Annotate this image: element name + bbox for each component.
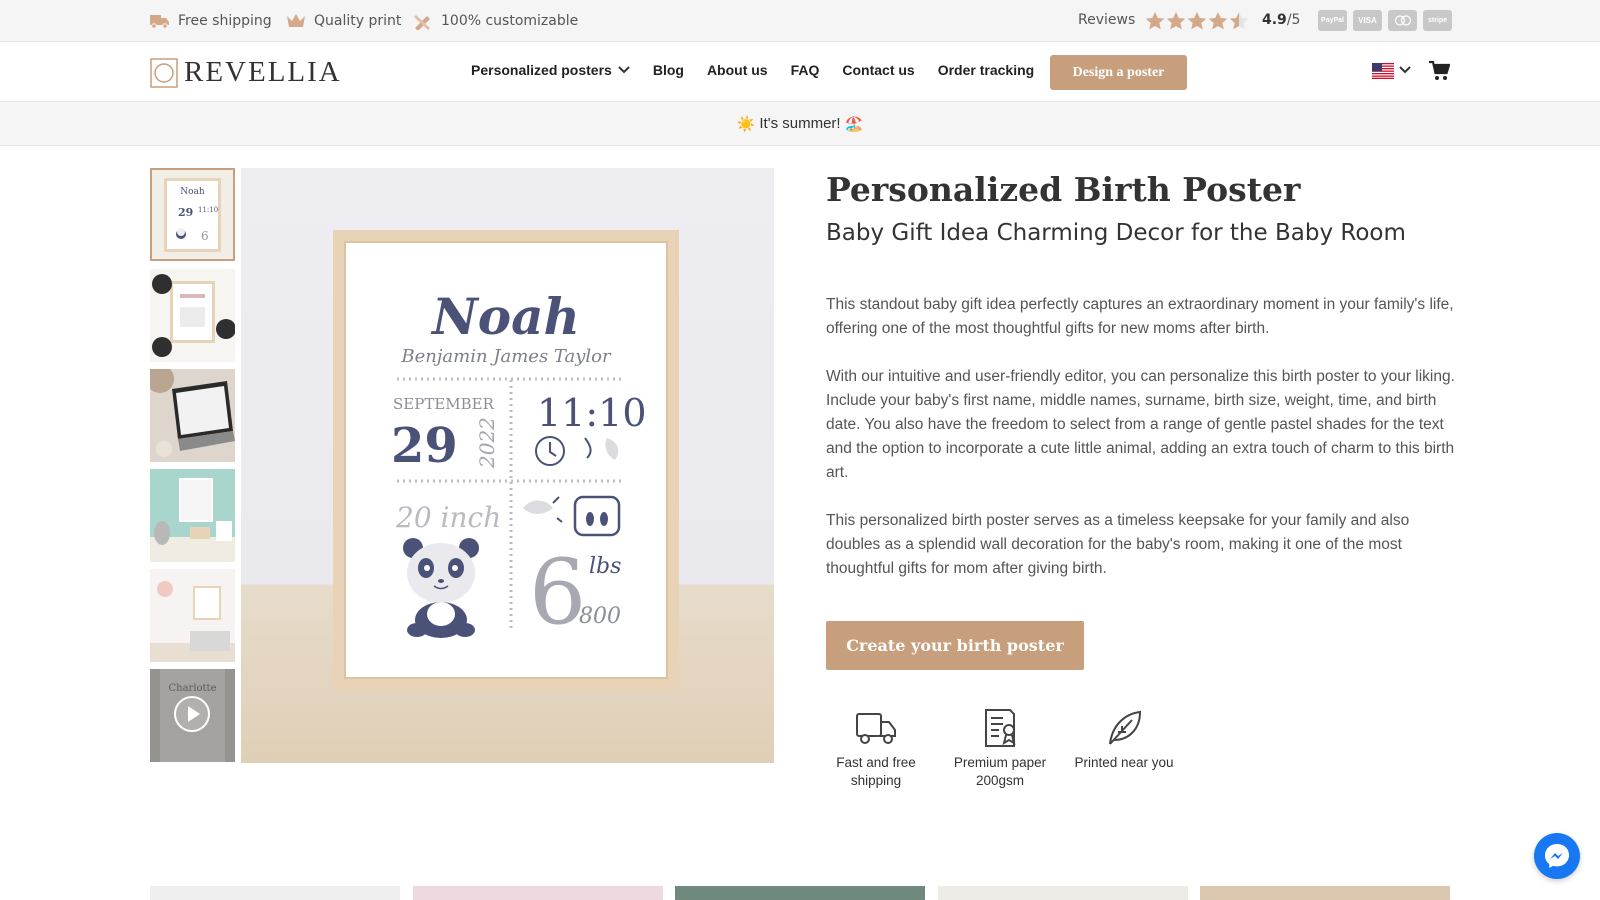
nav-about-us[interactable]: About us (707, 62, 768, 78)
thumbnail-image (150, 569, 235, 662)
related-item-image[interactable] (938, 886, 1188, 900)
poster-illustration: Noah Benjamin James Taylor SEPTEMBER 29 … (333, 230, 679, 690)
related-item-image[interactable] (1200, 886, 1450, 900)
rating-number: 4.9 (1262, 12, 1287, 28)
leaf-icon (1109, 710, 1142, 745)
crown-icon (287, 14, 305, 27)
feature-paper: Premium paper 200gsm (945, 708, 1055, 790)
feature-label: Premium paper 200gsm (953, 755, 1047, 788)
rating-stars[interactable] (1145, 11, 1249, 31)
product-title: Personalized Birth Poster (826, 170, 1301, 209)
thumb-poster-weight: 6 (201, 229, 209, 243)
poster-weight-big: 6 (529, 540, 586, 645)
perk-label: Quality print (314, 13, 402, 29)
perk-label: Free shipping (178, 13, 272, 29)
thumb-poster-day: 29 (178, 206, 193, 219)
thumbnail-poster-annotated[interactable] (150, 269, 235, 362)
cart-icon[interactable] (1428, 60, 1450, 82)
thumb-video-name: Charlotte (168, 683, 216, 694)
poster-size: 20 inch (395, 501, 501, 534)
truck-icon (150, 15, 169, 29)
visa-icon: VISA (1353, 10, 1382, 31)
star-half-icon (1229, 12, 1249, 30)
star-icon (1166, 12, 1186, 30)
chevron-down-icon (618, 66, 630, 74)
nav-contact-us[interactable]: Contact us (842, 62, 914, 78)
thumbnail-image: Noah 29 11:10 6 (164, 178, 221, 252)
truck-icon (856, 713, 896, 744)
tools-icon (414, 15, 430, 30)
rating-value: 4.9/5 (1262, 12, 1300, 28)
thumbnail-image (150, 369, 235, 462)
feature-label: Fast and free shipping (836, 755, 916, 788)
thumb-poster-name: Noah (180, 187, 205, 197)
poster-month: SEPTEMBER (393, 395, 495, 413)
logo-ring-icon (150, 57, 178, 88)
summer-banner: ☀️ It's summer! 🏖️ (0, 102, 1600, 146)
beach-umbrella-icon: 🏖️ (844, 115, 864, 133)
star-icon (1187, 12, 1207, 30)
poster-weight-small: 800 (579, 604, 621, 629)
mastercard-icon (1388, 10, 1417, 31)
related-item-image[interactable] (675, 886, 925, 900)
feature-shipping: Fast and free shipping (821, 708, 931, 790)
play-icon[interactable] (173, 695, 211, 733)
thumbnail-poster-noah[interactable]: Noah 29 11:10 6 (150, 168, 235, 261)
paper-icon (985, 709, 1016, 747)
logo-text: REVELLIA (184, 56, 342, 88)
banner-text: It's summer! (759, 115, 841, 132)
poster-time: 11:10 (537, 391, 647, 435)
thumbnail-video-charlotte[interactable]: Charlotte (150, 669, 235, 762)
reviews-link[interactable]: Reviews (1078, 12, 1135, 28)
nav-blog[interactable]: Blog (653, 62, 684, 78)
nav-faq[interactable]: FAQ (791, 62, 820, 78)
perk-free-shipping: Free shipping (150, 12, 272, 30)
messenger-icon (1545, 844, 1569, 868)
star-icon (1145, 12, 1165, 30)
product-description-2: With our intuitive and user-friendly edi… (826, 368, 1455, 481)
thumbnail-mint-nursery[interactable] (150, 469, 235, 562)
language-chevron-icon[interactable] (1399, 66, 1411, 75)
feature-local-print: Printed near you (1069, 708, 1179, 772)
related-item-image[interactable] (150, 886, 400, 900)
create-birth-poster-button[interactable]: Create your birth poster (826, 621, 1084, 670)
product-description-3: This personalized birth poster serves as… (826, 512, 1410, 577)
poster-name: Noah (430, 287, 580, 346)
star-icon (1208, 12, 1228, 30)
top-info-bar: Free shipping Quality print 100% customi… (0, 0, 1600, 42)
sun-icon: ☀️ (736, 115, 756, 133)
related-item-image[interactable] (413, 886, 663, 900)
poster-middle-names: Benjamin James Taylor (400, 346, 612, 367)
thumbnail-laptop-editor[interactable] (150, 369, 235, 462)
thumbnail-image (152, 274, 235, 357)
nav-link-label: Personalized posters (471, 62, 612, 78)
product-subtitle: Baby Gift Idea Charming Decor for the Ba… (826, 220, 1406, 246)
nav-personalized-posters[interactable]: Personalized posters (471, 62, 630, 78)
design-poster-button[interactable]: Design a poster (1050, 55, 1187, 90)
nav-order-tracking[interactable]: Order tracking (938, 62, 1034, 78)
perk-quality-print: Quality print (286, 12, 401, 30)
main-navigation: REVELLIA Personalized posters Blog About… (0, 42, 1600, 102)
messenger-chat-button[interactable] (1534, 833, 1580, 879)
payment-methods: PayPal VISA stripe (1318, 10, 1452, 31)
logo[interactable]: REVELLIA (150, 56, 342, 89)
stripe-icon: stripe (1423, 10, 1452, 31)
rating-scale: /5 (1286, 12, 1301, 28)
poster-weight-unit: lbs (589, 554, 621, 579)
nav-links: Personalized posters Blog About us FAQ C… (471, 62, 1034, 78)
poster-day: 29 (391, 418, 458, 474)
paypal-icon: PayPal (1318, 10, 1347, 31)
perk-customizable: 100% customizable (413, 12, 578, 30)
thumbnail-pink-nursery[interactable] (150, 569, 235, 662)
poster-year: 2022 (475, 417, 499, 469)
thumb-poster-time: 11:10 (198, 206, 218, 214)
product-description-1: This standout baby gift idea perfectly c… (826, 296, 1454, 337)
main-product-image[interactable]: Noah Benjamin James Taylor SEPTEMBER 29 … (241, 168, 774, 763)
us-flag-icon[interactable] (1372, 63, 1394, 79)
perk-label: 100% customizable (441, 13, 579, 29)
feature-label: Printed near you (1074, 755, 1174, 770)
thumbnail-image (150, 469, 235, 562)
